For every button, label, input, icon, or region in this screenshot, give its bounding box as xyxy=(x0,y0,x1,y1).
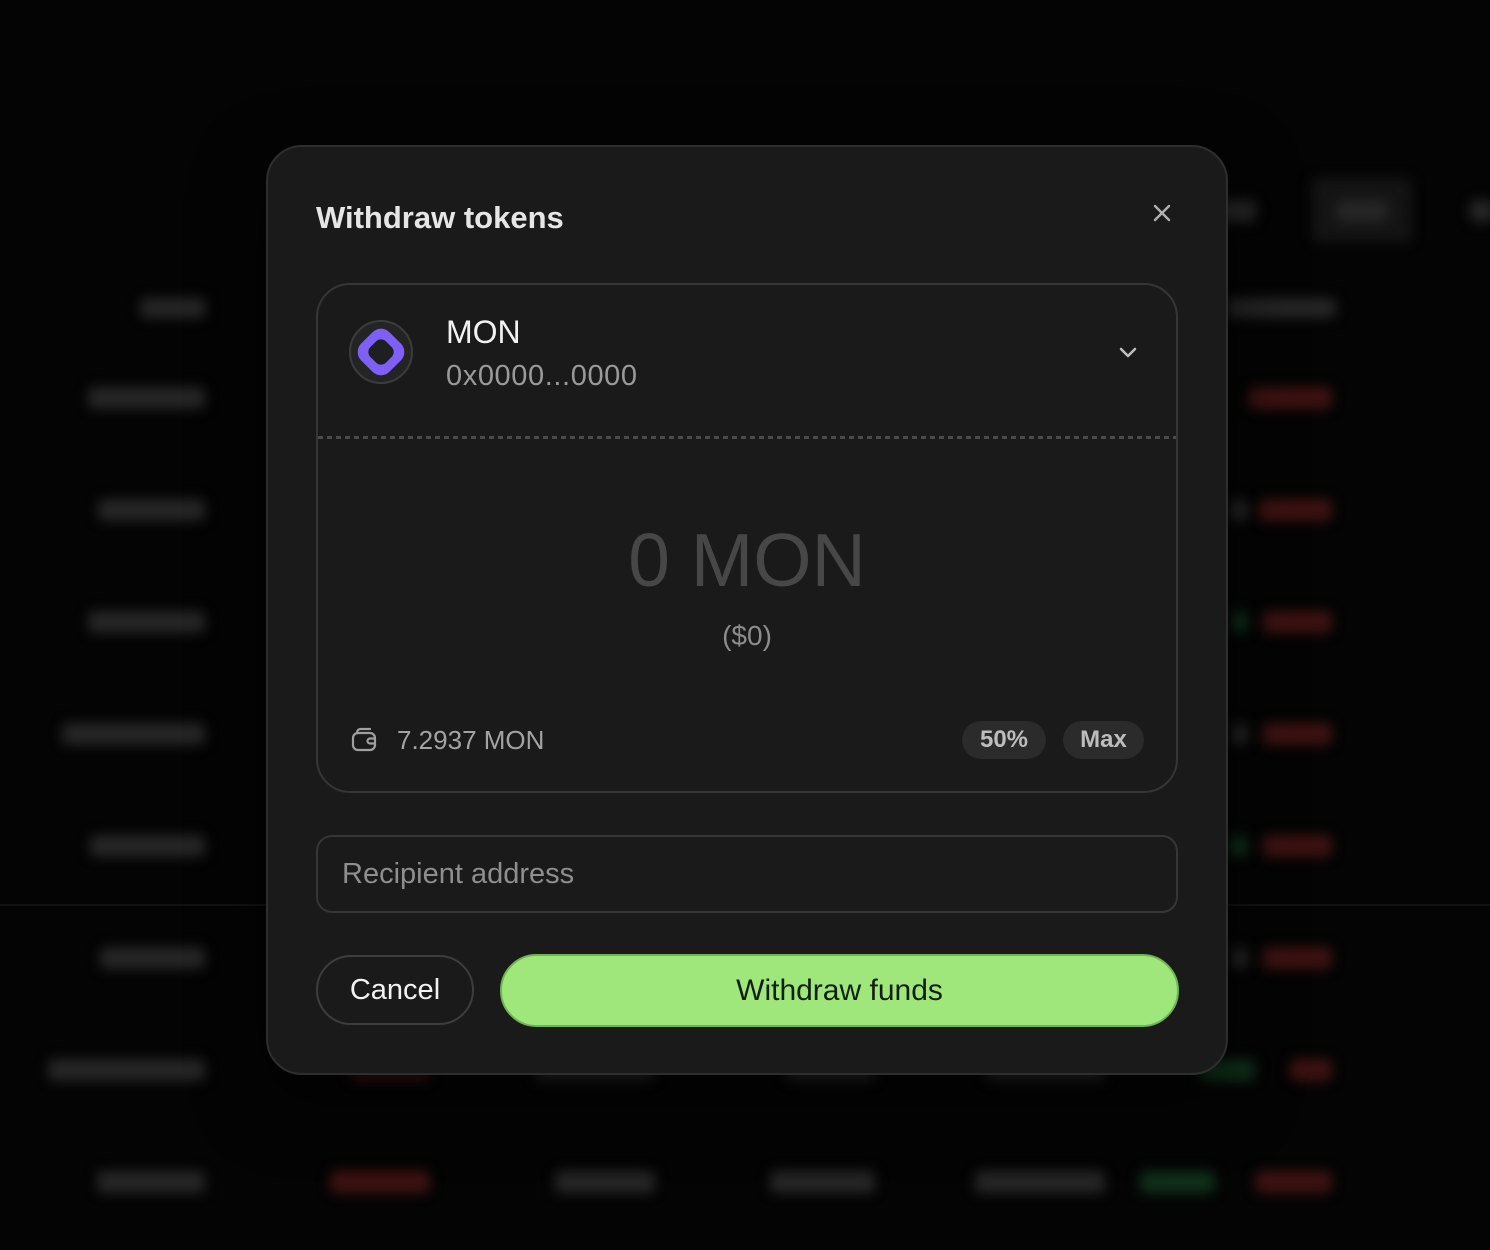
background-blur-cell xyxy=(770,1171,875,1193)
background-blur-cell xyxy=(1336,200,1388,222)
usd-value: ($0) xyxy=(722,620,772,651)
background-blur-cell xyxy=(1290,1059,1332,1081)
cancel-button[interactable]: Cancel xyxy=(316,955,474,1025)
background-blur-cell xyxy=(555,1171,655,1193)
chevron-down-icon xyxy=(1119,347,1137,358)
background-blur-cell xyxy=(48,1059,205,1081)
background-blur-cell xyxy=(975,1171,1105,1193)
background-blur-cell xyxy=(1232,611,1248,633)
token-card: MON 0x0000...0000 ($0) 7.2937 MON 50% Ma… xyxy=(316,283,1178,793)
token-address: 0x0000...0000 xyxy=(446,360,638,392)
dashed-divider xyxy=(318,436,1176,439)
background-blur-cell xyxy=(100,947,205,969)
background-blur-cell xyxy=(88,387,205,409)
background-blur-cell xyxy=(97,1171,205,1193)
close-icon xyxy=(1153,204,1171,222)
background-blur-cell xyxy=(1262,947,1332,969)
max-amount-button[interactable]: Max xyxy=(1063,721,1144,759)
background-blur-cell xyxy=(1140,1171,1215,1193)
mon-token-icon xyxy=(349,320,413,384)
modal-title: Withdraw tokens xyxy=(316,200,564,235)
background-blur-cell xyxy=(330,1171,430,1193)
background-blur-cell xyxy=(1262,723,1332,745)
token-selector[interactable]: MON 0x0000...0000 xyxy=(318,285,1176,436)
recipient-address-input[interactable] xyxy=(316,835,1178,913)
background-blur-cell xyxy=(1248,387,1332,409)
background-blur-cell xyxy=(62,723,205,745)
half-amount-button[interactable]: 50% xyxy=(962,721,1046,759)
background-blur-cell xyxy=(1470,200,1490,222)
background-blur-cell xyxy=(1258,499,1332,521)
wallet-icon xyxy=(351,727,377,752)
background-blur-cell xyxy=(140,298,206,318)
withdraw-funds-button[interactable]: Withdraw funds xyxy=(500,954,1179,1027)
background-blur-cell xyxy=(1262,835,1332,857)
background-blur-cell xyxy=(1226,298,1336,318)
background-blur-cell xyxy=(1262,611,1332,633)
amount-input[interactable] xyxy=(318,518,1176,602)
background-blur-cell xyxy=(90,835,205,857)
wallet-balance: 7.2937 MON xyxy=(397,725,545,755)
background-blur-cell xyxy=(88,611,205,633)
background-blur-cell xyxy=(1232,947,1248,969)
token-symbol: MON xyxy=(446,314,521,350)
background-blur-cell xyxy=(1230,835,1248,857)
withdraw-modal: Withdraw tokens MON 0x0000...0000 ($0) xyxy=(266,145,1228,1075)
background-blur-cell xyxy=(1255,1171,1332,1193)
background-blur-cell xyxy=(1232,723,1248,745)
close-button[interactable] xyxy=(1145,196,1179,230)
background-blur-cell xyxy=(1230,499,1248,521)
background-blur-cell xyxy=(98,499,205,521)
